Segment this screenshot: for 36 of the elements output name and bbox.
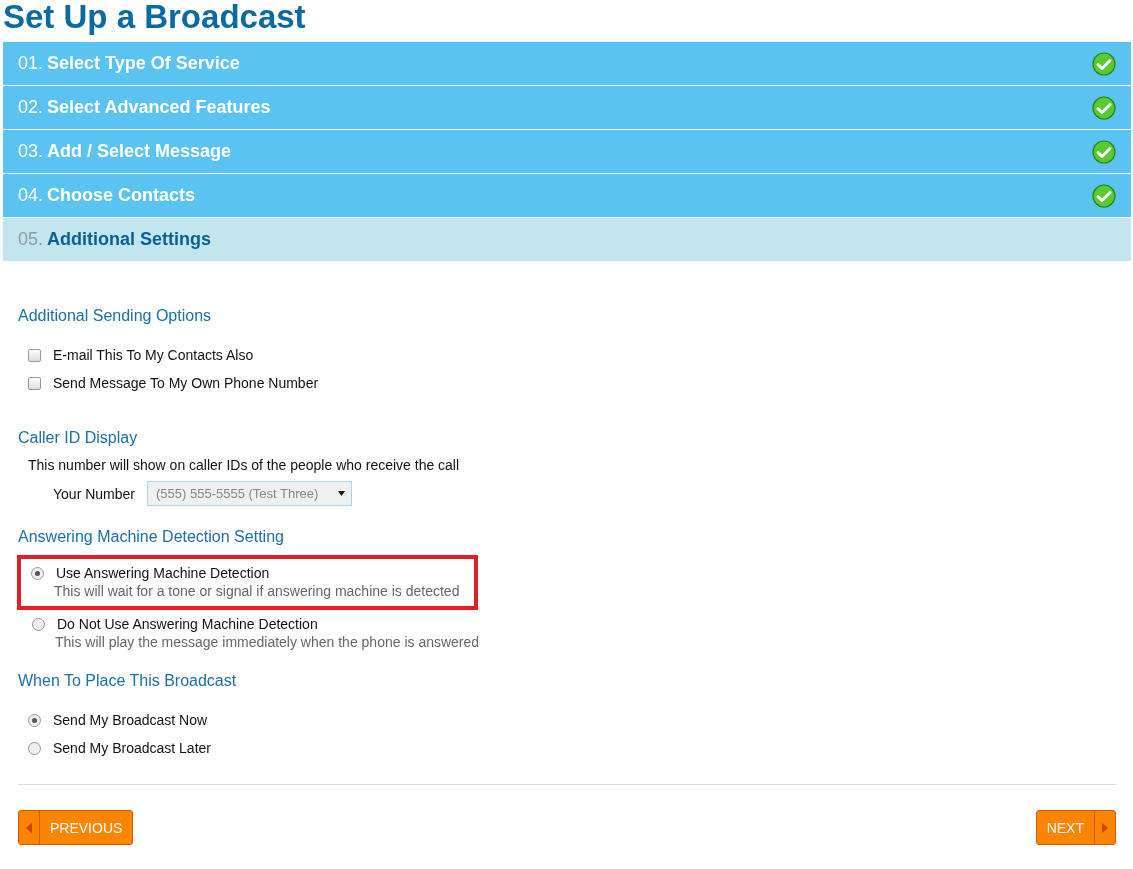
radio-label: Send My Broadcast Now [53,712,208,728]
radio-button[interactable] [28,713,41,727]
check-icon [1092,95,1116,120]
section-heading: Additional Sending Options [18,307,213,326]
check-icon [1092,139,1116,164]
caret-icon [26,822,32,833]
step-header[interactable]: 05. Additional Settings [3,218,1131,261]
option-description: This will wait for a tone or signal if answering machine is detected [53,583,460,599]
step-header[interactable]: 01. Select Type Of Service [3,42,1131,85]
field-label: Your Number [53,485,135,502]
section-heading: Caller ID Display [18,429,139,448]
description-text: This number will show on caller IDs of the people who receive the call [27,457,461,473]
radio-button[interactable] [28,741,41,755]
previous-button[interactable]: PREVIOUS [18,810,134,845]
radio-label: Do Not Use Answering Machine Detection [57,616,318,632]
radio-button[interactable] [32,617,45,631]
checkbox[interactable] [28,348,41,362]
step-header[interactable]: 04. Choose Contacts [3,174,1131,217]
radio-label: Use Answering Machine Detection [56,565,270,581]
check-icon [1092,51,1116,76]
next-button[interactable]: NEXT [1035,810,1116,845]
checkbox-label: E-mail This To My Contacts Also [53,347,254,363]
step-header[interactable]: 02. Select Advanced Features [3,86,1131,129]
page-title: Set Up a Broadcast [3,0,307,37]
section-heading: Answering Machine Detection Setting [18,528,285,547]
section-heading: When To Place This Broadcast [18,672,238,691]
check-icon [1092,183,1116,208]
radio-label: Send My Broadcast Later [53,740,211,756]
checkbox-label: Send Message To My Own Phone Number [53,375,319,391]
step-header[interactable]: 03. Add / Select Message [3,130,1131,173]
number-dropdown[interactable]: (555) 555-5555 (Test Three) [147,481,352,506]
caret-icon [1102,822,1108,833]
option-description: This will play the message immediately when the phone is answered [54,634,480,650]
checkbox[interactable] [28,376,41,390]
dropdown-arrow-icon [338,491,345,496]
radio-button[interactable] [31,566,44,580]
